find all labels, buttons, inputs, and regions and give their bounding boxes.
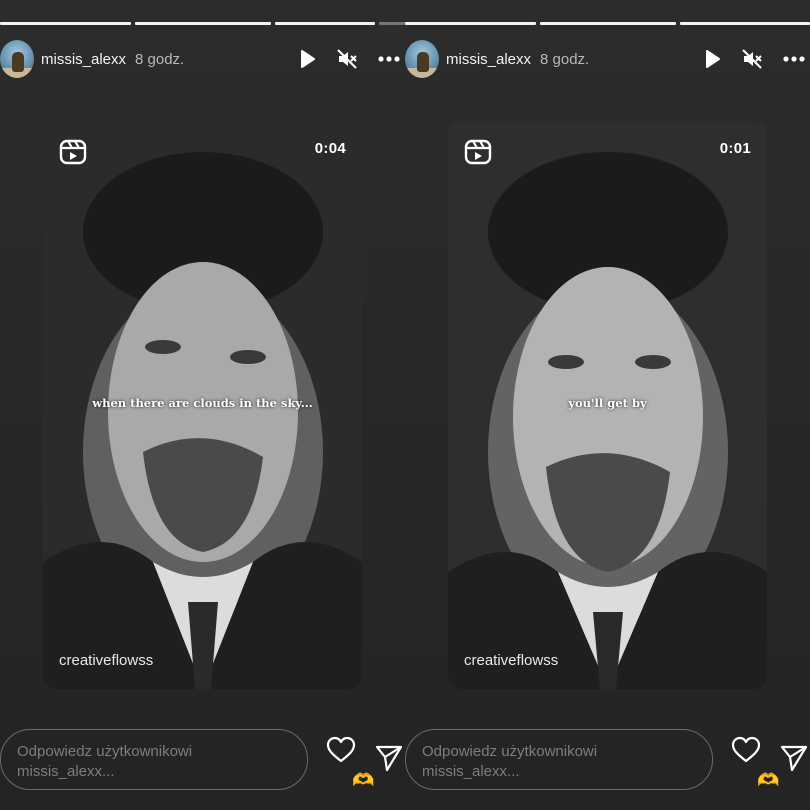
story-panel-left: missis_alexx 8 godz. 0:04 when there are… [0,0,405,810]
heart-icon[interactable] [731,736,761,764]
more-icon[interactable] [377,48,401,70]
mute-icon[interactable] [741,48,763,70]
send-icon[interactable] [374,743,404,773]
avatar[interactable] [405,40,439,78]
heart-icon[interactable] [326,736,356,764]
time-ago: 8 godz. [540,51,590,68]
reels-icon [59,139,87,165]
reply-input[interactable] [405,729,713,790]
story-panel-right: missis_alexx 8 godz. 0:01 you'll get by … [405,0,810,810]
username[interactable]: missis_alexx [446,51,531,68]
reel-video[interactable]: 0:01 you'll get by creativeflowss [448,122,767,689]
mute-icon[interactable] [336,48,358,70]
progress-segment [680,22,810,25]
video-credit: creativeflowss [464,652,559,669]
story-header: missis_alexx 8 godz. [405,40,810,80]
progress-segment [0,22,131,25]
video-caption: you'll get by [568,396,647,410]
more-icon[interactable] [782,48,806,70]
username[interactable]: missis_alexx [41,51,126,68]
progress-segment [135,22,271,25]
progress-segment [379,22,405,25]
reel-video[interactable]: 0:04 when there are clouds in the sky...… [43,122,362,689]
time-ago: 8 godz. [135,51,185,68]
video-duration: 0:01 [719,140,751,157]
reaction-emoji[interactable]: 🫶 [757,770,779,791]
video-duration: 0:04 [314,140,346,157]
progress-segment [540,22,676,25]
reels-icon [464,139,492,165]
video-credit: creativeflowss [59,652,154,669]
progress-segment [275,22,375,25]
reaction-emoji[interactable]: 🫶 [352,770,374,791]
send-icon[interactable] [779,743,809,773]
progress-segment [405,22,536,25]
reply-input[interactable] [0,729,308,790]
play-icon[interactable] [701,48,723,70]
play-icon[interactable] [296,48,318,70]
video-caption: when there are clouds in the sky... [92,396,313,410]
story-header: missis_alexx 8 godz. [0,40,405,80]
avatar[interactable] [0,40,34,78]
